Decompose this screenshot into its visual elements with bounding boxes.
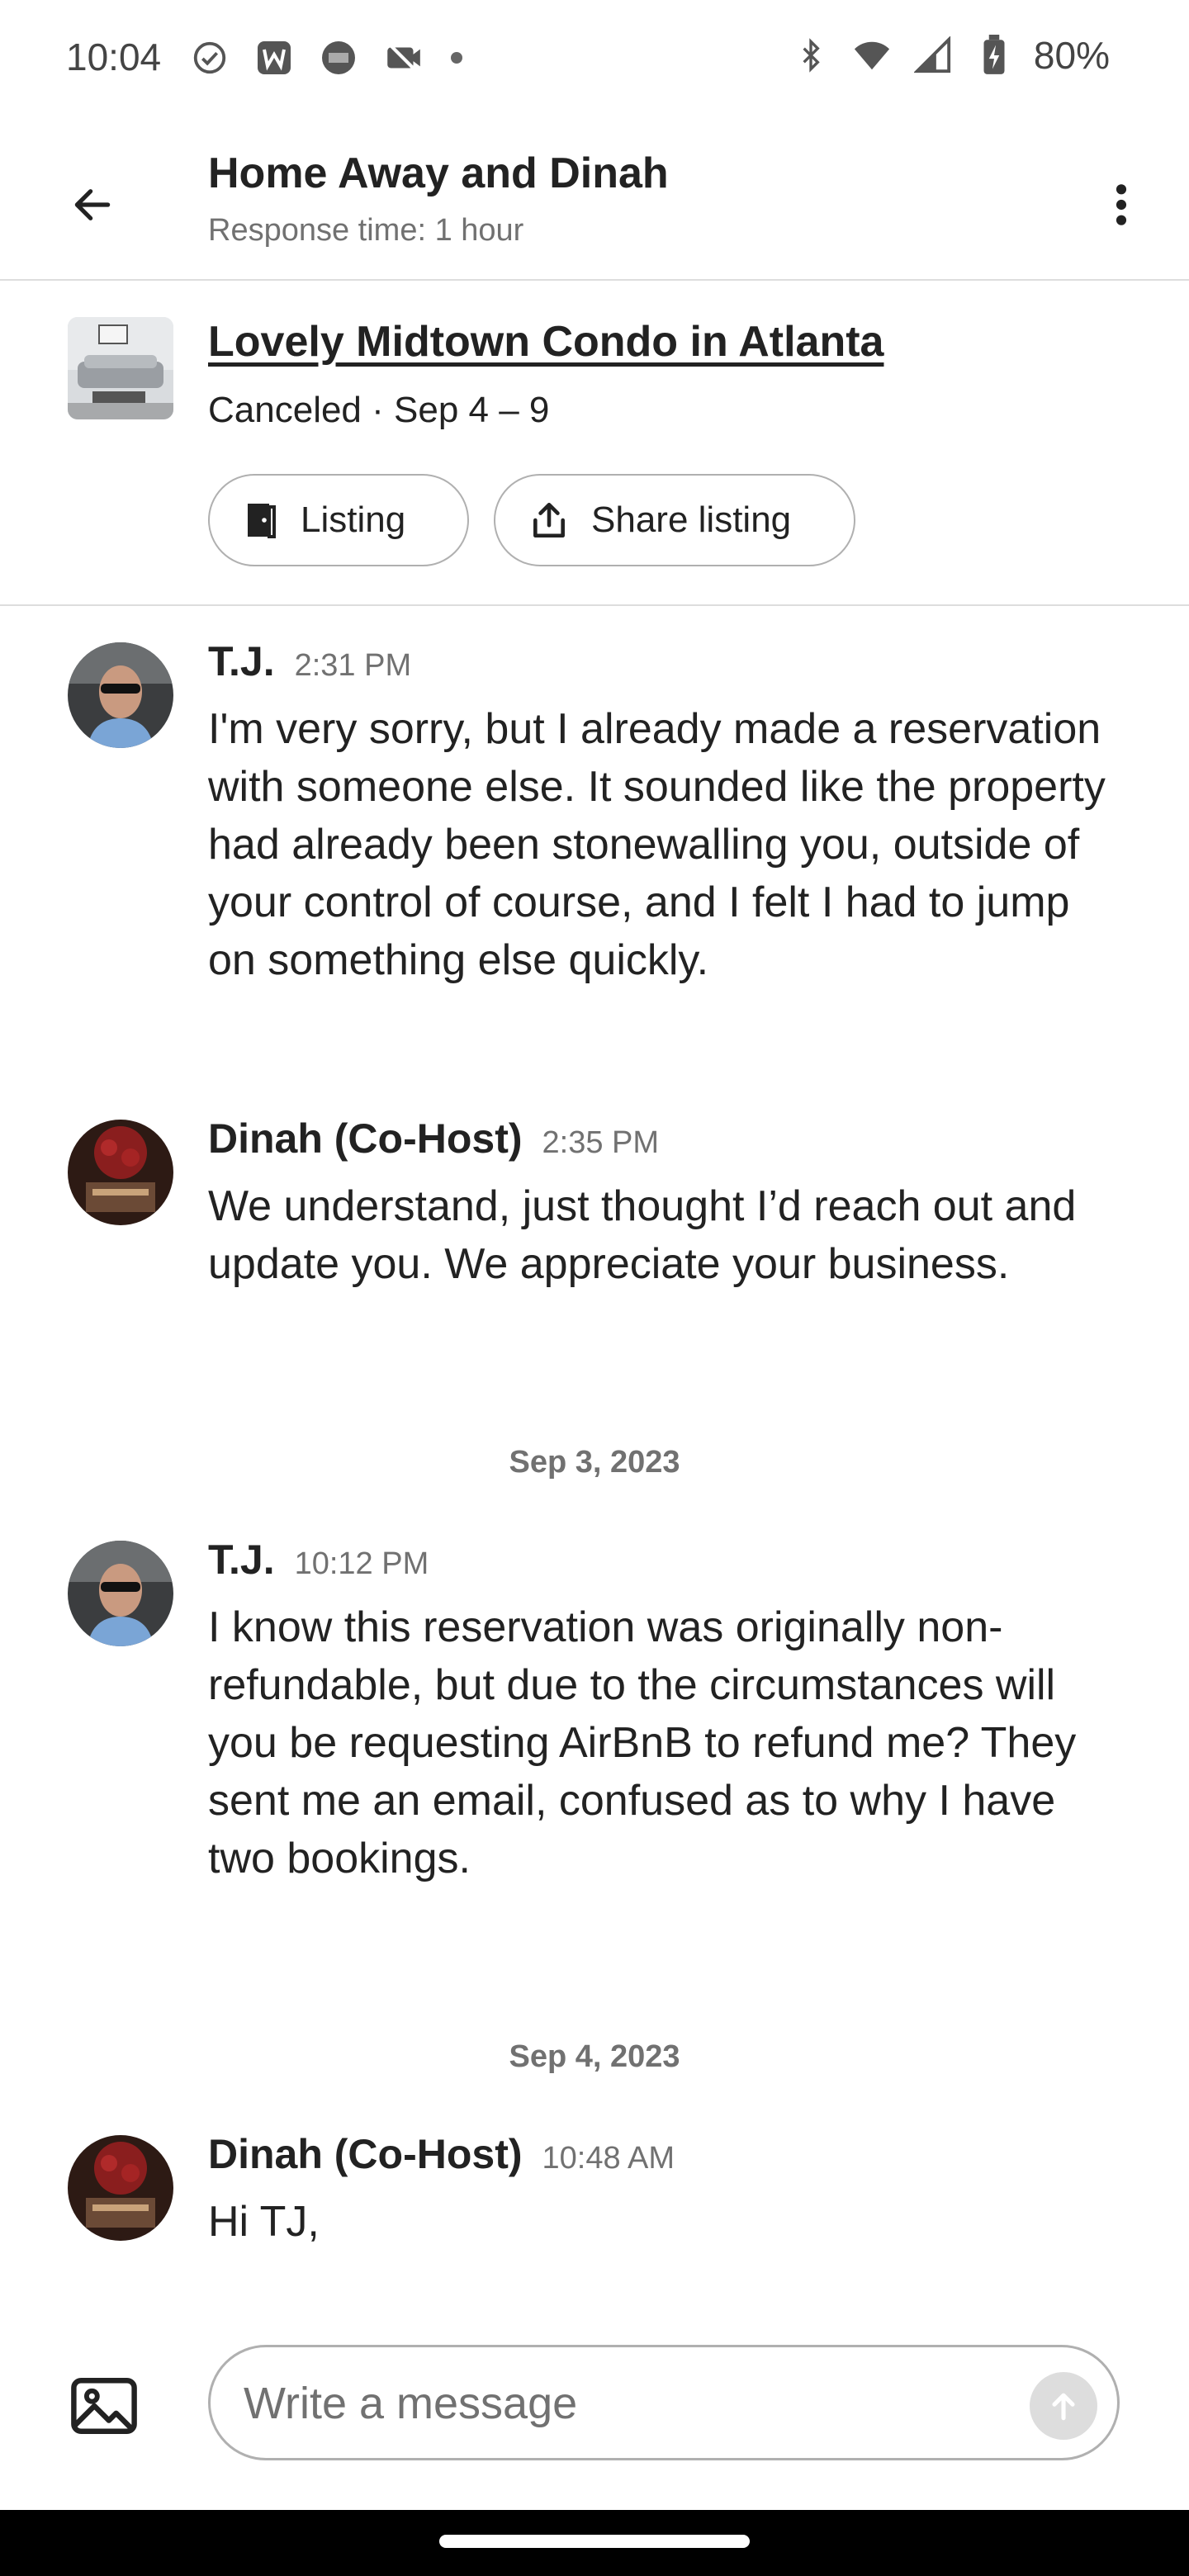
message-composer [0, 2328, 1189, 2510]
message-header: T.J. 2:31 PM [208, 637, 411, 685]
add-photo-button[interactable] [68, 2370, 140, 2442]
share-listing-label: Share listing [591, 500, 792, 540]
arrow-up-icon [1052, 2393, 1075, 2421]
amex-icon [317, 36, 360, 79]
reservation-status: Canceled · Sep 4 – 9 [208, 390, 550, 430]
sender-name: T.J. [208, 638, 275, 684]
message-item: T.J. 10:12 PM I know this reservation wa… [0, 1536, 1189, 1965]
message-time: 2:35 PM [542, 1125, 660, 1160]
share-icon [533, 502, 565, 538]
conversation-header: Home Away and Dinah Response time: 1 hou… [0, 132, 1189, 281]
message-text: We understand, just thought I’d reach ou… [208, 1182, 1077, 1288]
wifi-icon [850, 34, 893, 77]
sender-name: T.J. [208, 1537, 275, 1583]
check-circle-icon [188, 36, 231, 79]
sender-name: Dinah (Co-Host) [208, 1115, 523, 1162]
system-navigation-bar [0, 2510, 1189, 2576]
share-listing-button[interactable]: Share listing [494, 474, 855, 566]
message-text: I know this reservation was originally n… [208, 1603, 1077, 1882]
arrow-left-icon [74, 189, 111, 220]
system-icons: 80% [789, 33, 1110, 78]
bluetooth-icon [789, 34, 832, 77]
message-item: Dinah (Co-Host) 2:35 PM We understand, j… [0, 1115, 1189, 1362]
message-input[interactable] [244, 2364, 1036, 2443]
w-app-icon [253, 36, 296, 79]
message-time: 10:48 AM [542, 2141, 675, 2176]
listing-button[interactable]: Listing [208, 474, 469, 566]
message-input-container [208, 2345, 1120, 2460]
listing-thumbnail[interactable] [68, 317, 173, 419]
sender-name: Dinah (Co-Host) [208, 2131, 523, 2177]
message-thread[interactable]: T.J. 2:31 PM I'm very sorry, but I alrea… [0, 608, 1189, 2310]
response-time: Response time: 1 hour [208, 213, 524, 248]
more-vertical-icon [1116, 184, 1127, 225]
back-button[interactable] [59, 172, 126, 238]
avatar-dinah[interactable] [68, 2135, 173, 2241]
listing-card: Lovely Midtown Condo in Atlanta Canceled… [0, 282, 1189, 606]
battery-charging-icon [973, 34, 1016, 77]
message-time: 2:31 PM [294, 648, 412, 683]
message-header: T.J. 10:12 PM [208, 1536, 429, 1584]
status-time: 10:04 [66, 36, 162, 78]
message-header: Dinah (Co-Host) 10:48 AM [208, 2130, 675, 2178]
avatar-tj[interactable] [68, 642, 173, 748]
avatar-dinah[interactable] [68, 1120, 173, 1225]
message-time: 10:12 PM [294, 1546, 429, 1581]
more-options-button[interactable] [1088, 172, 1154, 238]
date-separator: Sep 4, 2023 [509, 2039, 680, 2074]
listing-button-label: Listing [301, 500, 406, 540]
battery-percentage: 80% [1033, 34, 1110, 77]
home-indicator[interactable] [439, 2535, 750, 2548]
signal-icon [912, 34, 955, 77]
send-button[interactable] [1030, 2372, 1097, 2440]
message-item: T.J. 2:31 PM I'm very sorry, but I alrea… [0, 637, 1189, 1067]
conversation-title: Home Away and Dinah [208, 149, 669, 197]
message-header: Dinah (Co-Host) 2:35 PM [208, 1115, 659, 1163]
message-text: Hi TJ, [208, 2198, 320, 2246]
listing-title-link[interactable]: Lovely Midtown Condo in Atlanta [208, 317, 883, 367]
notification-icons [188, 36, 462, 79]
status-bar: 10:04 80% [0, 0, 1189, 116]
avatar-tj[interactable] [68, 1541, 173, 1646]
message-item: Dinah (Co-Host) 10:48 AM Hi TJ, [0, 2130, 1189, 2295]
photo-off-icon [381, 36, 424, 79]
date-separator: Sep 3, 2023 [509, 1445, 680, 1480]
dot-icon [451, 52, 462, 64]
door-icon [248, 504, 276, 538]
message-text: I'm very sorry, but I already made a res… [208, 705, 1106, 984]
image-icon [71, 2378, 137, 2434]
